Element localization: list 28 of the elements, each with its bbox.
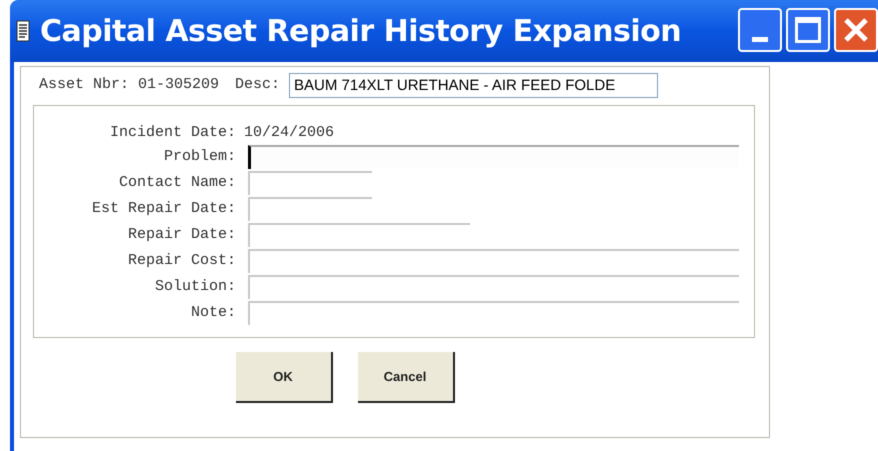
window-title: Capital Asset Repair History Expansion bbox=[40, 12, 682, 50]
maximize-button[interactable] bbox=[786, 8, 830, 52]
input-field[interactable] bbox=[248, 275, 739, 299]
document-icon bbox=[16, 20, 30, 42]
input-field[interactable] bbox=[248, 171, 372, 195]
maximize-icon bbox=[795, 17, 821, 43]
dialog-button[interactable]: OK bbox=[236, 352, 332, 403]
input-field[interactable] bbox=[248, 223, 470, 247]
field-label: Solution: bbox=[154, 276, 236, 297]
minimize-icon bbox=[752, 37, 768, 42]
incident-date-label: Incident Date: bbox=[108, 122, 236, 142]
field-label: Note: bbox=[190, 302, 236, 323]
field-label: Problem: bbox=[162, 146, 236, 167]
asset-number-label: Asset Nbr: bbox=[39, 74, 130, 95]
close-icon bbox=[843, 17, 869, 43]
dialog-button[interactable]: Cancel bbox=[358, 352, 454, 403]
field-label: Repair Date: bbox=[126, 224, 236, 245]
input-field[interactable] bbox=[248, 249, 739, 273]
input-field[interactable] bbox=[248, 197, 372, 221]
asset-number-value: 01-305209 bbox=[138, 74, 220, 95]
description-field[interactable]: BAUM 714XLT URETHANE - AIR FEED FOLDE bbox=[289, 72, 658, 98]
field-label: Est Repair Date: bbox=[90, 198, 236, 219]
close-button[interactable] bbox=[834, 8, 878, 52]
incident-date-value: 10/24/2006 bbox=[244, 122, 334, 142]
field-label: Repair Cost: bbox=[126, 250, 236, 271]
desc-label: Desc: bbox=[235, 74, 280, 95]
minimize-button[interactable] bbox=[738, 8, 782, 52]
field-label: Contact Name: bbox=[118, 172, 236, 193]
